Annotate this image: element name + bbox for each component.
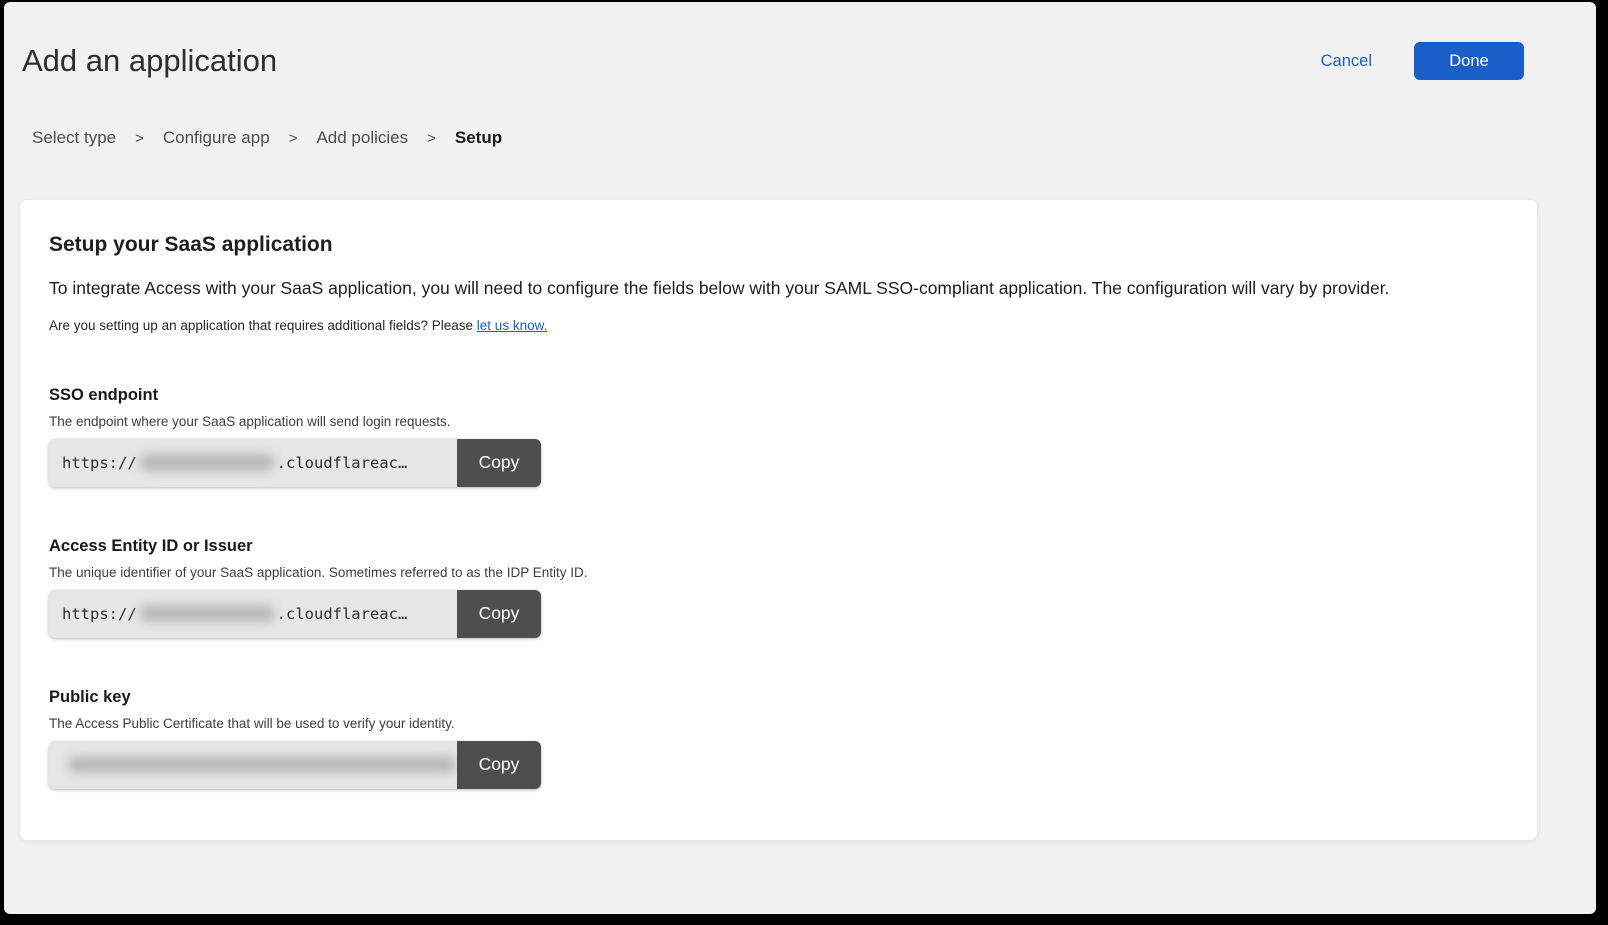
breadcrumb-separator: > [135, 130, 144, 147]
access-entity-id-row: https:// .cloudflareac… Copy [49, 590, 541, 638]
copy-button[interactable]: Copy [457, 439, 541, 487]
top-bar: Add an application Cancel Done [4, 2, 1596, 80]
field-public-key: Public key The Access Public Certificate… [49, 688, 1497, 789]
card-heading: Setup your SaaS application [49, 233, 1497, 257]
breadcrumb-setup: Setup [455, 128, 502, 148]
access-entity-id-description: The unique identifier of your SaaS appli… [49, 565, 1497, 580]
breadcrumb-configure-app[interactable]: Configure app [163, 128, 270, 148]
done-button[interactable]: Done [1414, 42, 1524, 80]
additional-fields-note: Are you setting up an application that r… [49, 318, 1497, 333]
public-key-value[interactable] [49, 741, 457, 789]
value-suffix: .cloudflareac… [277, 605, 408, 623]
let-us-know-link[interactable]: let us know. [477, 318, 548, 333]
note-text: Are you setting up an application that r… [49, 318, 473, 333]
sso-endpoint-row: https:// .cloudflareac… Copy [49, 439, 541, 487]
sso-endpoint-value[interactable]: https:// .cloudflareac… [49, 439, 457, 487]
page-background: Add an application Cancel Done Select ty… [4, 2, 1596, 914]
value-prefix: https:// [62, 454, 137, 472]
sso-endpoint-label: SSO endpoint [49, 386, 1497, 405]
breadcrumb-select-type[interactable]: Select type [32, 128, 116, 148]
breadcrumb: Select type > Configure app > Add polici… [32, 128, 1596, 148]
access-entity-id-label: Access Entity ID or Issuer [49, 537, 1497, 556]
setup-card: Setup your SaaS application To integrate… [19, 199, 1538, 841]
breadcrumb-separator: > [289, 130, 298, 147]
copy-button[interactable]: Copy [457, 590, 541, 638]
public-key-description: The Access Public Certificate that will … [49, 716, 1497, 731]
field-sso-endpoint: SSO endpoint The endpoint where your Saa… [49, 386, 1497, 487]
value-prefix: https:// [62, 605, 137, 623]
window-frame: Add an application Cancel Done Select ty… [0, 0, 1608, 925]
field-access-entity-id: Access Entity ID or Issuer The unique id… [49, 537, 1497, 638]
public-key-row: Copy [49, 741, 541, 789]
sso-endpoint-description: The endpoint where your SaaS application… [49, 414, 1497, 429]
redacted-value-blur [139, 605, 275, 622]
breadcrumb-separator: > [427, 130, 436, 147]
access-entity-id-value[interactable]: https:// .cloudflareac… [49, 590, 457, 638]
page-title: Add an application [22, 43, 277, 79]
card-intro: To integrate Access with your SaaS appli… [49, 277, 1497, 301]
breadcrumb-add-policies[interactable]: Add policies [316, 128, 408, 148]
cancel-button[interactable]: Cancel [1321, 52, 1372, 71]
copy-button[interactable]: Copy [457, 741, 541, 789]
public-key-label: Public key [49, 688, 1497, 707]
redacted-value-blur [139, 454, 275, 471]
value-suffix: .cloudflareac… [277, 454, 408, 472]
header-actions: Cancel Done [1321, 42, 1524, 80]
redacted-value-blur [68, 756, 456, 773]
